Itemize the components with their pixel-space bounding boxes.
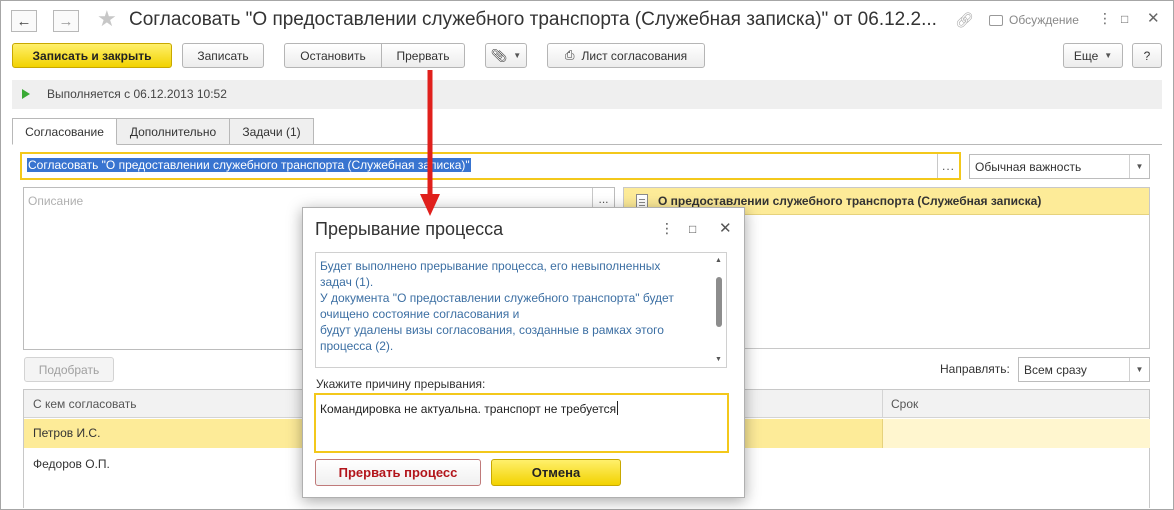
abort-process-button[interactable]: Прервать процесс xyxy=(315,459,481,486)
chevron-down-icon: ▼ xyxy=(513,51,522,60)
approval-sheet-button[interactable]: ⎙ Лист согласования xyxy=(547,43,705,68)
cancel-label: Отмена xyxy=(531,465,581,480)
play-icon xyxy=(22,89,30,99)
help-label: ? xyxy=(1143,48,1151,63)
tab-tasks[interactable]: Задачи (1) xyxy=(229,118,314,145)
message-line: У документа "О предоставлении служебного… xyxy=(320,291,674,305)
back-button[interactable]: ← xyxy=(11,10,37,32)
discussion-label: Обсуждение xyxy=(1009,13,1079,27)
subject-field[interactable]: Согласовать "О предоставлении служебного… xyxy=(20,152,961,180)
dialog-title: Прерывание процесса xyxy=(315,219,504,239)
subject-value: Согласовать "О предоставлении служебного… xyxy=(27,158,471,172)
scroll-up-icon[interactable]: ▲ xyxy=(715,257,722,264)
chat-icon xyxy=(989,15,1003,26)
tab-approval-label: Согласование xyxy=(25,124,104,139)
write-close-label: Записать и закрыть xyxy=(32,48,152,63)
reason-input[interactable]: Командировка не актуальна. транспорт не … xyxy=(314,393,729,453)
star-icon[interactable]: ★ xyxy=(97,7,117,31)
reason-value: Командировка не актуальна. транспорт не … xyxy=(320,402,617,416)
importance-select[interactable]: Обычная важность ▼ xyxy=(969,154,1150,179)
chevron-down-icon: ▼ xyxy=(1104,51,1113,60)
importance-value: Обычная важность xyxy=(975,160,1082,174)
reason-label: Укажите причину прерывания: xyxy=(316,377,486,391)
status-text: Выполняется с 06.12.2013 10:52 xyxy=(47,87,227,101)
write-close-button[interactable]: Записать и закрыть xyxy=(12,43,172,68)
description-placeholder: Описание xyxy=(28,194,84,208)
message-scrollbar[interactable]: ▲ ▼ xyxy=(712,253,726,367)
pick-button[interactable]: Подобрать xyxy=(24,357,114,382)
discussion-button[interactable]: Обсуждение xyxy=(989,13,1079,27)
message-line: процесса (2). xyxy=(320,339,394,353)
tab-additional[interactable]: Дополнительно xyxy=(116,118,230,145)
attach-button[interactable]: 📎︎ ▼ xyxy=(485,43,527,68)
kebab-icon[interactable]: ⋮ xyxy=(1098,10,1112,27)
paperclip-icon: 📎︎ xyxy=(490,47,508,63)
stop-button[interactable]: Остановить xyxy=(284,43,382,68)
approver-name: Петров И.С. xyxy=(33,426,101,440)
direction-label: Направлять: xyxy=(940,362,1010,376)
chevron-down-icon[interactable]: ▼ xyxy=(1129,358,1149,381)
document-icon xyxy=(636,194,648,208)
abort-button[interactable]: Прервать xyxy=(381,43,465,68)
write-label: Записать xyxy=(197,48,249,63)
direction-select[interactable]: Всем сразу ▼ xyxy=(1018,357,1150,382)
chevron-down-icon[interactable]: ▼ xyxy=(1129,155,1149,178)
dialog-message: Будет выполнено прерывание процесса, его… xyxy=(315,252,727,368)
subject-select-button[interactable]: ... xyxy=(937,154,959,178)
cancel-button[interactable]: Отмена xyxy=(491,459,621,486)
column-divider xyxy=(882,390,883,417)
forward-button[interactable]: → xyxy=(53,10,79,32)
direction-value: Всем сразу xyxy=(1024,363,1087,377)
abort-label: Прервать xyxy=(396,48,450,63)
attachment-title: О предоставлении служебного транспорта (… xyxy=(658,194,1042,208)
link-icon[interactable]: 🔗︎ xyxy=(955,11,974,29)
printer-icon: ⎙ xyxy=(564,48,575,62)
scroll-down-icon[interactable]: ▼ xyxy=(715,356,722,363)
message-line: задач (1). xyxy=(320,275,374,289)
arrow-right-icon: → xyxy=(58,12,74,30)
process-status-bar: Выполняется с 06.12.2013 10:52 xyxy=(12,80,1162,109)
kebab-icon[interactable]: ⋮ xyxy=(660,220,674,237)
tab-tasks-label: Задачи (1) xyxy=(242,124,301,139)
close-icon[interactable]: ✕ xyxy=(719,219,732,237)
message-line: Будет выполнено прерывание процесса, его… xyxy=(320,259,661,273)
tab-divider xyxy=(12,144,1162,145)
abort-process-label: Прервать процесс xyxy=(338,465,458,480)
maximize-icon[interactable]: □ xyxy=(1121,12,1128,26)
column-approver[interactable]: С кем согласовать xyxy=(33,397,136,411)
write-button[interactable]: Записать xyxy=(182,43,264,68)
help-button[interactable]: ? xyxy=(1132,43,1162,68)
window-title: Согласовать "О предоставлении служебного… xyxy=(129,9,937,30)
close-icon[interactable]: ✕ xyxy=(1147,9,1160,27)
text-caret xyxy=(617,401,619,415)
scroll-thumb[interactable] xyxy=(716,277,722,327)
maximize-icon[interactable]: □ xyxy=(689,222,696,236)
more-label: Еще xyxy=(1073,48,1099,63)
approval-sheet-label: Лист согласования xyxy=(581,48,688,63)
arrow-left-icon: ← xyxy=(16,12,32,30)
message-line: очищено состояние согласования и xyxy=(320,307,520,321)
annotation-arrow-icon xyxy=(420,70,440,216)
column-deadline[interactable]: Срок xyxy=(891,397,918,411)
abort-process-dialog: Прерывание процесса ⋮ □ ✕ Будет выполнен… xyxy=(302,207,745,498)
more-button[interactable]: Еще ▼ xyxy=(1063,43,1123,68)
pick-label: Подобрать xyxy=(38,362,100,377)
approver-name: Федоров О.П. xyxy=(33,457,110,471)
dialog-message-text: Будет выполнено прерывание процесса, его… xyxy=(320,258,712,354)
stop-label: Остановить xyxy=(300,48,366,63)
message-line: будут удалены визы согласования, созданн… xyxy=(320,323,664,337)
tab-approval[interactable]: Согласование xyxy=(12,118,117,145)
deadline-cell[interactable] xyxy=(882,419,1150,448)
tab-additional-label: Дополнительно xyxy=(129,124,217,139)
